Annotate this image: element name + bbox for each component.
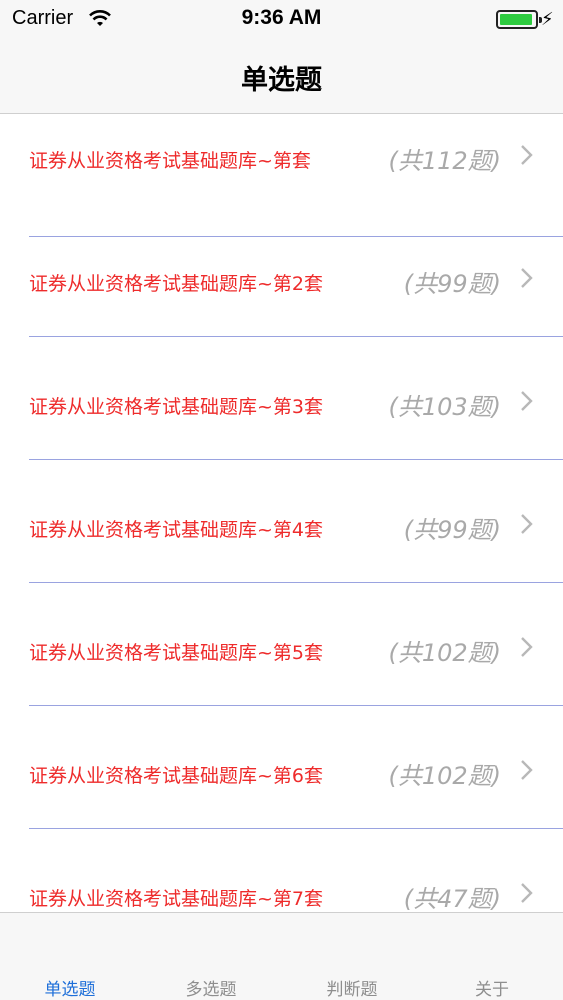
clock: 9:36 AM — [241, 6, 322, 29]
chevron-right-icon — [521, 514, 533, 534]
list-item[interactable]: 证券从业资格考试基础题库~第7套 (共47题) — [0, 829, 563, 912]
list-item-count: (共112题) — [388, 147, 501, 175]
tab-multiple-choice[interactable]: 多选题 — [151, 975, 271, 1000]
list-item-count: (共99题) — [403, 270, 501, 298]
list-item-count: (共102题) — [388, 639, 501, 667]
tab-about[interactable]: 关于 — [432, 975, 552, 1000]
page-title: 单选题 — [241, 65, 322, 96]
chevron-right-icon — [521, 760, 533, 780]
tab-single-choice[interactable]: 单选题 — [10, 975, 130, 1000]
battery-icon — [496, 10, 542, 29]
list-item-label: 证券从业资格考试基础题库~第4套 — [29, 519, 324, 541]
question-bank-list: 证券从业资格考试基础题库~第套 (共112题) 证券从业资格考试基础题库~第2套… — [0, 114, 563, 912]
chevron-right-icon — [521, 145, 533, 165]
navigation-bar: 单选题 — [0, 40, 563, 114]
chevron-right-icon — [521, 268, 533, 288]
chevron-right-icon — [521, 391, 533, 411]
charging-icon: ⚡ — [541, 9, 554, 30]
list-item-label: 证券从业资格考试基础题库~第5套 — [29, 642, 324, 664]
status-bar: Carrier 9:36 AM ⚡ — [0, 0, 563, 40]
list-item-label: 证券从业资格考试基础题库~第2套 — [29, 273, 324, 295]
list-item[interactable]: 证券从业资格考试基础题库~第5套 (共102题) — [0, 583, 563, 706]
list-item-label: 证券从业资格考试基础题库~第3套 — [29, 396, 324, 418]
tab-true-false[interactable]: 判断题 — [292, 975, 412, 1000]
list-item[interactable]: 证券从业资格考试基础题库~第2套 (共99题) — [0, 214, 563, 337]
list-item[interactable]: 证券从业资格考试基础题库~第4套 (共99题) — [0, 460, 563, 583]
list-item-count: (共47题) — [403, 885, 501, 912]
list-item-label: 证券从业资格考试基础题库~第7套 — [29, 888, 324, 910]
list-item-count: (共103题) — [388, 393, 501, 421]
list-item-count: (共99题) — [403, 516, 501, 544]
tab-bar: 单选题 多选题 判断题 关于 — [0, 912, 563, 1000]
list-item[interactable]: 证券从业资格考试基础题库~第3套 (共103题) — [0, 337, 563, 460]
list-item-label: 证券从业资格考试基础题库~第6套 — [29, 765, 324, 787]
chevron-right-icon — [521, 637, 533, 657]
list-item[interactable]: 证券从业资格考试基础题库~第6套 (共102题) — [0, 706, 563, 829]
list-item-label: 证券从业资格考试基础题库~第套 — [29, 150, 311, 172]
list-item-count: (共102题) — [388, 762, 501, 790]
chevron-right-icon — [521, 883, 533, 903]
